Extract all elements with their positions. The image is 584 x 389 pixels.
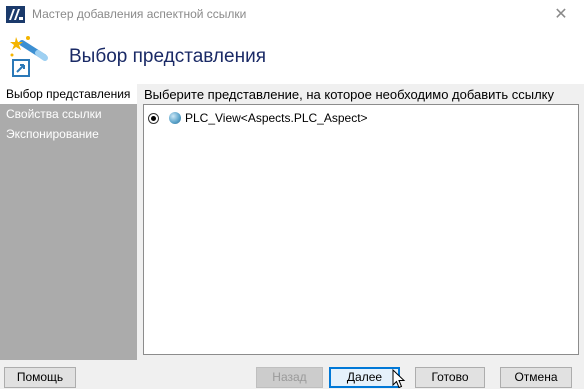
sidebar-item-link-properties[interactable]: Свойства ссылки — [0, 104, 137, 124]
close-button[interactable]: ✕ — [538, 0, 584, 30]
list-item[interactable]: PLC_View<Aspects.PLC_Aspect> — [148, 109, 368, 127]
radio-button-selected[interactable] — [148, 112, 159, 124]
view-label: PLC_View<Aspects.PLC_Aspect> — [185, 111, 368, 125]
wizard-header: Выбор представления — [0, 30, 584, 84]
window-title: Мастер добавления аспектной ссылки — [32, 7, 247, 21]
cancel-button[interactable]: Отмена — [500, 367, 572, 388]
magic-wand-icon — [10, 36, 48, 77]
back-button[interactable]: Назад — [256, 367, 323, 388]
finish-button[interactable]: Готово — [415, 367, 485, 388]
help-button[interactable]: Помощь — [4, 367, 76, 388]
sidebar-item-view-selection[interactable]: Выбор представления — [0, 84, 137, 104]
page-title: Выбор представления — [69, 46, 266, 67]
app-logo-icon — [6, 6, 25, 23]
wizard-steps-sidebar: Выбор представления Свойства ссылки Эксп… — [0, 84, 137, 360]
mouse-cursor-icon — [392, 369, 406, 389]
next-button[interactable]: Далее — [329, 367, 400, 388]
instruction-text: Выберите представление, на которое необх… — [144, 87, 555, 102]
sidebar-item-exposure[interactable]: Экспонирование — [0, 124, 137, 144]
title-bar: Мастер добавления аспектной ссылки ✕ — [0, 0, 584, 30]
views-list[interactable]: PLC_View<Aspects.PLC_Aspect> — [143, 104, 579, 355]
view-sphere-icon — [169, 112, 181, 124]
